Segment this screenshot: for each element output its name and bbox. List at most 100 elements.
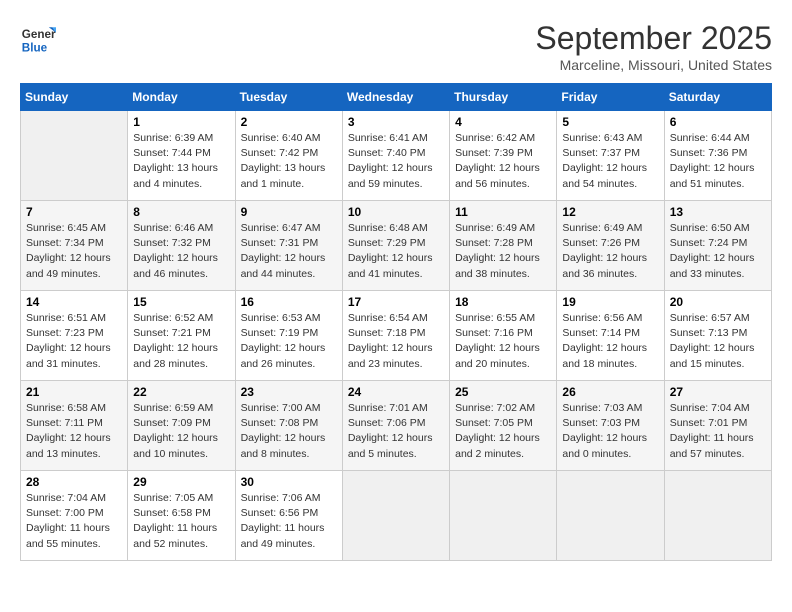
day-number: 21 — [26, 385, 122, 399]
day-info: Sunrise: 6:44 AMSunset: 7:36 PMDaylight:… — [670, 131, 766, 192]
day-number: 28 — [26, 475, 122, 489]
day-info: Sunrise: 7:01 AMSunset: 7:06 PMDaylight:… — [348, 401, 444, 462]
day-info: Sunrise: 6:43 AMSunset: 7:37 PMDaylight:… — [562, 131, 658, 192]
day-number: 15 — [133, 295, 229, 309]
calendar-title: September 2025 — [535, 20, 772, 57]
table-row: 5 Sunrise: 6:43 AMSunset: 7:37 PMDaylight… — [557, 111, 664, 201]
weekday-sunday: Sunday — [21, 84, 128, 111]
day-number: 23 — [241, 385, 337, 399]
weekday-tuesday: Tuesday — [235, 84, 342, 111]
table-row: 17 Sunrise: 6:54 AMSunset: 7:18 PMDayligh… — [342, 291, 449, 381]
table-row: 1 Sunrise: 6:39 AMSunset: 7:44 PMDaylight… — [128, 111, 235, 201]
day-info: Sunrise: 7:06 AMSunset: 6:56 PMDaylight:… — [241, 491, 337, 552]
day-info: Sunrise: 6:39 AMSunset: 7:44 PMDaylight:… — [133, 131, 229, 192]
day-number: 4 — [455, 115, 551, 129]
day-info: Sunrise: 6:57 AMSunset: 7:13 PMDaylight:… — [670, 311, 766, 372]
table-row: 29 Sunrise: 7:05 AMSunset: 6:58 PMDayligh… — [128, 471, 235, 561]
table-row: 13 Sunrise: 6:50 AMSunset: 7:24 PMDayligh… — [664, 201, 771, 291]
table-row: 11 Sunrise: 6:49 AMSunset: 7:28 PMDayligh… — [450, 201, 557, 291]
day-info: Sunrise: 7:04 AMSunset: 7:01 PMDaylight:… — [670, 401, 766, 462]
calendar-subtitle: Marceline, Missouri, United States — [535, 57, 772, 73]
table-row — [21, 111, 128, 201]
logo-icon: General Blue — [20, 20, 56, 56]
table-row — [450, 471, 557, 561]
day-number: 26 — [562, 385, 658, 399]
day-info: Sunrise: 7:02 AMSunset: 7:05 PMDaylight:… — [455, 401, 551, 462]
table-row: 30 Sunrise: 7:06 AMSunset: 6:56 PMDayligh… — [235, 471, 342, 561]
day-info: Sunrise: 7:04 AMSunset: 7:00 PMDaylight:… — [26, 491, 122, 552]
day-info: Sunrise: 6:50 AMSunset: 7:24 PMDaylight:… — [670, 221, 766, 282]
day-number: 17 — [348, 295, 444, 309]
table-row: 7 Sunrise: 6:45 AMSunset: 7:34 PMDaylight… — [21, 201, 128, 291]
day-number: 14 — [26, 295, 122, 309]
day-info: Sunrise: 6:49 AMSunset: 7:28 PMDaylight:… — [455, 221, 551, 282]
day-number: 25 — [455, 385, 551, 399]
day-info: Sunrise: 6:52 AMSunset: 7:21 PMDaylight:… — [133, 311, 229, 372]
table-row: 23 Sunrise: 7:00 AMSunset: 7:08 PMDayligh… — [235, 381, 342, 471]
day-number: 13 — [670, 205, 766, 219]
table-row: 4Sunrise: 6:42 AMSunset: 7:39 PMDaylight… — [450, 111, 557, 201]
table-row: 12Sunrise: 6:49 AMSunset: 7:26 PMDayligh… — [557, 201, 664, 291]
weekday-thursday: Thursday — [450, 84, 557, 111]
day-number: 8 — [133, 205, 229, 219]
table-row: 14 Sunrise: 6:51 AMSunset: 7:23 PMDayligh… — [21, 291, 128, 381]
table-row: 20 Sunrise: 6:57 AMSunset: 7:13 PMDayligh… — [664, 291, 771, 381]
day-number: 16 — [241, 295, 337, 309]
day-info: Sunrise: 6:55 AMSunset: 7:16 PMDaylight:… — [455, 311, 551, 372]
day-number: 12 — [562, 205, 658, 219]
day-number: 1 — [133, 115, 229, 129]
table-row: 16 Sunrise: 6:53 AMSunset: 7:19 PMDayligh… — [235, 291, 342, 381]
day-number: 7 — [26, 205, 122, 219]
day-info: Sunrise: 6:45 AMSunset: 7:34 PMDaylight:… — [26, 221, 122, 282]
table-row: 27 Sunrise: 7:04 AMSunset: 7:01 PMDayligh… — [664, 381, 771, 471]
day-info: Sunrise: 6:47 AMSunset: 7:31 PMDaylight:… — [241, 221, 337, 282]
day-number: 27 — [670, 385, 766, 399]
day-info: Sunrise: 6:41 AMSunset: 7:40 PMDaylight:… — [348, 131, 444, 192]
day-info: Sunrise: 6:48 AMSunset: 7:29 PMDaylight:… — [348, 221, 444, 282]
day-info: Sunrise: 6:51 AMSunset: 7:23 PMDaylight:… — [26, 311, 122, 372]
day-info: Sunrise: 6:54 AMSunset: 7:18 PMDaylight:… — [348, 311, 444, 372]
logo: General Blue — [20, 20, 56, 56]
header: General Blue September 2025 Marceline, M… — [20, 20, 772, 73]
calendar-header: Sunday Monday Tuesday Wednesday Thursday… — [21, 84, 772, 111]
weekday-friday: Friday — [557, 84, 664, 111]
day-number: 24 — [348, 385, 444, 399]
day-number: 20 — [670, 295, 766, 309]
day-info: Sunrise: 6:53 AMSunset: 7:19 PMDaylight:… — [241, 311, 337, 372]
day-info: Sunrise: 7:03 AMSunset: 7:03 PMDaylight:… — [562, 401, 658, 462]
day-info: Sunrise: 7:05 AMSunset: 6:58 PMDaylight:… — [133, 491, 229, 552]
table-row: 19 Sunrise: 6:56 AMSunset: 7:14 PMDayligh… — [557, 291, 664, 381]
day-number: 19 — [562, 295, 658, 309]
calendar-body: 1 Sunrise: 6:39 AMSunset: 7:44 PMDaylight… — [21, 111, 772, 561]
day-number: 22 — [133, 385, 229, 399]
day-number: 10 — [348, 205, 444, 219]
day-number: 18 — [455, 295, 551, 309]
day-info: Sunrise: 7:00 AMSunset: 7:08 PMDaylight:… — [241, 401, 337, 462]
day-info: Sunrise: 6:46 AMSunset: 7:32 PMDaylight:… — [133, 221, 229, 282]
day-number: 9 — [241, 205, 337, 219]
day-number: 29 — [133, 475, 229, 489]
table-row: 22Sunrise: 6:59 AMSunset: 7:09 PMDayligh… — [128, 381, 235, 471]
table-row: 10 Sunrise: 6:48 AMSunset: 7:29 PMDayligh… — [342, 201, 449, 291]
day-number: 2 — [241, 115, 337, 129]
table-row: 26 Sunrise: 7:03 AMSunset: 7:03 PMDayligh… — [557, 381, 664, 471]
table-row: 21 Sunrise: 6:58 AMSunset: 7:11 PMDayligh… — [21, 381, 128, 471]
table-row: 25 Sunrise: 7:02 AMSunset: 7:05 PMDayligh… — [450, 381, 557, 471]
day-number: 6 — [670, 115, 766, 129]
weekday-saturday: Saturday — [664, 84, 771, 111]
day-number: 5 — [562, 115, 658, 129]
table-row — [664, 471, 771, 561]
calendar-table: Sunday Monday Tuesday Wednesday Thursday… — [20, 83, 772, 561]
table-row: 18 Sunrise: 6:55 AMSunset: 7:16 PMDayligh… — [450, 291, 557, 381]
day-number: 3 — [348, 115, 444, 129]
day-info: Sunrise: 6:58 AMSunset: 7:11 PMDaylight:… — [26, 401, 122, 462]
table-row: 8 Sunrise: 6:46 AMSunset: 7:32 PMDaylight… — [128, 201, 235, 291]
table-row: 28 Sunrise: 7:04 AMSunset: 7:00 PMDayligh… — [21, 471, 128, 561]
day-info: Sunrise: 6:56 AMSunset: 7:14 PMDaylight:… — [562, 311, 658, 372]
day-number: 30 — [241, 475, 337, 489]
table-row: 6 Sunrise: 6:44 AMSunset: 7:36 PMDaylight… — [664, 111, 771, 201]
table-row: 15 Sunrise: 6:52 AMSunset: 7:21 PMDayligh… — [128, 291, 235, 381]
table-row — [342, 471, 449, 561]
svg-text:General: General — [22, 28, 56, 41]
day-number: 11 — [455, 205, 551, 219]
